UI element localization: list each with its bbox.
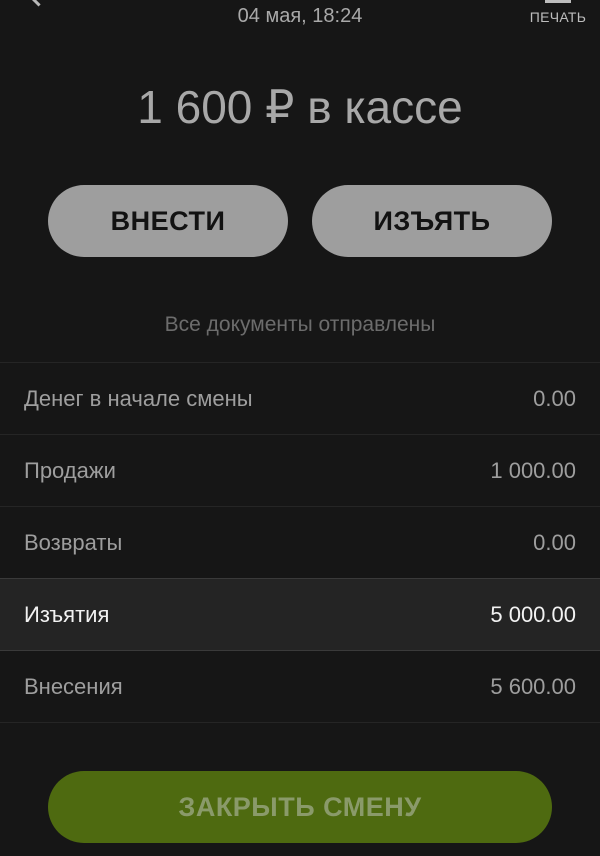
summary-row-withdrawals[interactable]: Изъятия 5 000.00	[0, 578, 600, 651]
print-label: ПЕЧАТЬ	[529, 9, 587, 25]
summary-row-sales[interactable]: Продажи 1 000.00	[0, 435, 600, 507]
summary-row-label: Внесения	[24, 673, 123, 699]
shift-datetime: 04 мая, 18:24	[237, 5, 363, 27]
summary-row-value: 5 000.00	[490, 601, 576, 627]
withdraw-button[interactable]: ИЗЪЯТЬ	[312, 185, 552, 257]
documents-status: Все документы отправлены	[164, 313, 436, 336]
close-shift-button[interactable]: ЗАКРЫТЬ СМЕНУ	[48, 771, 552, 843]
summary-row-label: Денег в начале смены	[24, 385, 253, 411]
summary-row-returns[interactable]: Возвраты 0.00	[0, 507, 600, 579]
summary-row-label: Продажи	[24, 457, 116, 483]
print-icon	[545, 0, 571, 3]
summary-row-value: 5 600.00	[490, 673, 576, 699]
summary-row-label: Возвраты	[24, 529, 123, 555]
cash-total: 1 600 ₽ в кассе	[137, 81, 463, 133]
shift-screen: 04 мая, 18:24 ПЕЧАТЬ 1 600 ₽ в кассе ВНЕ…	[0, 0, 600, 856]
summary-row-value: 0.00	[533, 529, 576, 555]
shift-summary-list: Денег в начале смены 0.00 Продажи 1 000.…	[0, 362, 600, 723]
summary-row-deposits[interactable]: Внесения 5 600.00	[0, 651, 600, 723]
summary-row-opening-cash[interactable]: Денег в начале смены 0.00	[0, 363, 600, 435]
summary-row-value: 1 000.00	[490, 457, 576, 483]
print-button[interactable]: ПЕЧАТЬ	[526, 0, 590, 30]
summary-row-value: 0.00	[533, 385, 576, 411]
summary-row-label: Изъятия	[24, 601, 110, 627]
deposit-button[interactable]: ВНЕСТИ	[48, 185, 288, 257]
